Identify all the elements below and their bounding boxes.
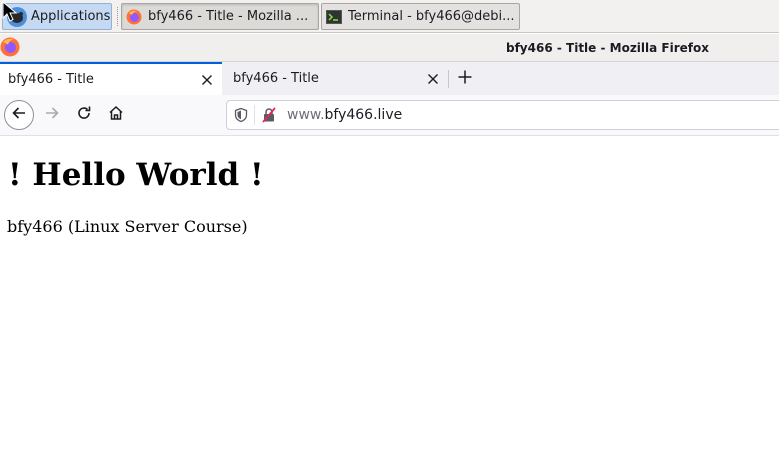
firefox-icon[interactable] [0, 37, 20, 57]
url-text[interactable]: www.bfy466.live [287, 107, 402, 123]
close-tab-icon[interactable] [196, 69, 218, 91]
plus-icon [457, 69, 473, 89]
taskbar-item-firefox[interactable]: bfy466 - Title - Mozilla ... [121, 3, 319, 30]
url-bar[interactable]: www.bfy466.live [226, 100, 779, 130]
window-title: bfy466 - Title - Mozilla Firefox [506, 41, 709, 55]
tab-background[interactable]: bfy466 - Title [222, 62, 448, 95]
page-paragraph: bfy466 (Linux Server Course) [7, 217, 248, 236]
panel-separator [117, 7, 119, 26]
taskbar-item-label: Terminal - bfy466@debi... [348, 9, 515, 24]
reload-icon [76, 105, 92, 125]
top-panel: Applications bfy466 - Title - Mozilla ..… [0, 0, 779, 33]
page-heading: ! Hello World ! [8, 157, 264, 193]
navigation-toolbar: www.bfy466.live [0, 95, 779, 136]
applications-label: Applications [31, 9, 111, 24]
firefox-icon [126, 9, 142, 25]
url-domain: bfy466.live [324, 107, 403, 123]
close-tab-icon[interactable] [422, 68, 444, 90]
tab-divider [448, 70, 449, 88]
new-tab-button[interactable] [453, 67, 477, 91]
reload-button[interactable] [69, 100, 99, 130]
arrow-right-icon [44, 105, 60, 125]
mouse-pointer-icon [0, 0, 22, 24]
forward-button[interactable] [37, 100, 67, 130]
window-titlebar[interactable]: bfy466 - Title - Mozilla Firefox [0, 34, 779, 62]
home-button[interactable] [101, 100, 131, 130]
tracking-protection-shield-icon[interactable] [233, 107, 249, 123]
terminal-icon [326, 9, 342, 25]
tab-title: bfy466 - Title [8, 72, 94, 87]
home-icon [108, 105, 124, 125]
taskbar-item-terminal[interactable]: Terminal - bfy466@debi... [321, 3, 520, 30]
tab-active[interactable]: bfy466 - Title [0, 62, 222, 95]
tab-title: bfy466 - Title [233, 71, 319, 86]
tab-strip: bfy466 - Title bfy466 - Title [0, 62, 779, 95]
page-content: ! Hello World ! bfy466 (Linux Server Cou… [0, 137, 779, 458]
url-prefix: www. [287, 107, 325, 123]
insecure-lock-icon[interactable] [261, 107, 277, 123]
back-button[interactable] [4, 100, 34, 130]
arrow-left-icon [11, 105, 27, 125]
url-bar-divider [254, 105, 255, 125]
taskbar-item-label: bfy466 - Title - Mozilla ... [148, 9, 309, 24]
